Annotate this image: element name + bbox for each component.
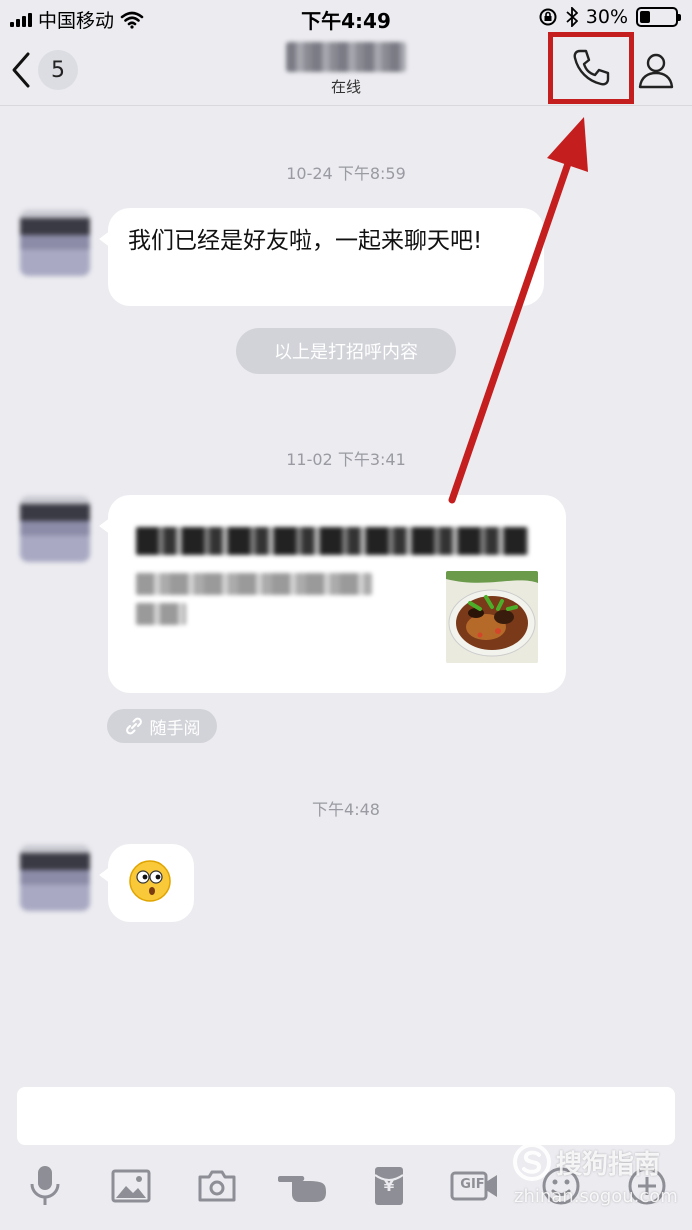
chat-header: 5 在线: [0, 32, 692, 106]
status-right: 30%: [538, 6, 681, 28]
read-tag-label: 随手阅: [149, 718, 201, 739]
carrier-name: 中国移动: [38, 10, 115, 32]
gif-label: GIF: [460, 1177, 485, 1192]
more-button[interactable]: [619, 1158, 675, 1214]
shared-article-card[interactable]: [99, 495, 566, 693]
contact-avatar[interactable]: [20, 845, 90, 911]
contact-title: 在线: [246, 40, 446, 97]
message-input[interactable]: [17, 1087, 675, 1145]
article-summary-pixelated: [136, 573, 372, 595]
message-text: 我们已经是好友啦，一起来聊天吧!: [128, 228, 483, 254]
emoji-message-bubble[interactable]: [99, 844, 194, 922]
person-icon: [638, 53, 674, 89]
unread-count-badge: 5: [38, 50, 78, 90]
battery-icon: [636, 7, 681, 27]
link-icon: [125, 717, 142, 735]
surprised-face-icon: [129, 860, 171, 902]
emoji-icon: [542, 1167, 580, 1205]
rotation-lock-icon: [539, 8, 557, 26]
article-summary-pixelated: [136, 603, 186, 625]
message-bubble[interactable]: 我们已经是好友啦，一起来聊天吧!: [99, 208, 544, 306]
voice-input-button[interactable]: [17, 1158, 73, 1214]
food-image: [446, 571, 538, 663]
phone-icon: [573, 49, 610, 86]
signal-icon: [10, 12, 32, 27]
emoji-button[interactable]: [533, 1158, 589, 1214]
battery-percent: 30%: [585, 6, 628, 28]
gif-button[interactable]: GIF: [447, 1158, 503, 1214]
contact-avatar[interactable]: [20, 496, 90, 562]
read-along-tag[interactable]: 随手阅: [107, 709, 217, 743]
message-timestamp: 下午4:48: [312, 800, 380, 819]
wifi-icon: [120, 11, 144, 29]
input-toolbar: ¥ GIF: [0, 1158, 692, 1218]
chevron-left-icon: [12, 52, 30, 88]
article-thumbnail: [446, 571, 538, 663]
contact-online-status: 在线: [330, 78, 361, 96]
camera-button[interactable]: [189, 1158, 245, 1214]
voice-call-button[interactable]: [548, 32, 634, 104]
status-bar: 中国移动 下午4:49 30%: [0, 0, 692, 36]
plus-icon: [628, 1167, 666, 1205]
system-notice: 以上是打招呼内容: [236, 328, 456, 374]
message-timestamp: 10-24 下午8:59: [286, 164, 406, 183]
profile-button[interactable]: [634, 46, 678, 94]
red-packet-button[interactable]: ¥: [361, 1158, 417, 1214]
camera-icon: [198, 1170, 236, 1202]
article-title-pixelated: [136, 527, 528, 555]
image-icon: [111, 1169, 151, 1203]
poke-button[interactable]: [275, 1158, 331, 1214]
contact-name-pixelated: [286, 42, 406, 72]
mic-icon: [30, 1166, 60, 1205]
status-left: 中国移动: [10, 6, 144, 33]
image-button[interactable]: [103, 1158, 159, 1214]
bluetooth-icon: [566, 7, 578, 27]
poke-icon: [278, 1176, 326, 1202]
back-button[interactable]: 5: [8, 50, 78, 90]
red-packet-symbol: ¥: [383, 1177, 395, 1195]
message-timestamp: 11-02 下午3:41: [286, 450, 406, 469]
contact-avatar[interactable]: [20, 210, 90, 276]
